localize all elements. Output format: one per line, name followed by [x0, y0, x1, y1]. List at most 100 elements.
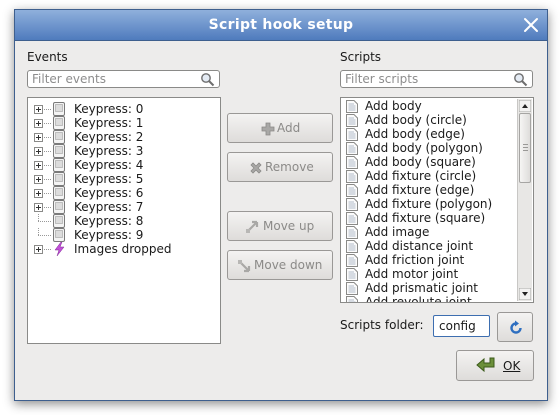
x-icon: [250, 162, 262, 174]
scroll-up-arrow-icon[interactable]: [519, 100, 531, 112]
script-label: Add body (polygon): [365, 141, 483, 155]
events-tree[interactable]: Keypress: 0 Keypress: 1 Keypress: 2 Keypres…: [27, 97, 221, 344]
document-icon: [346, 282, 358, 295]
return-arrow-icon: [476, 357, 495, 373]
event-tree-item[interactable]: Keypress: 6: [28, 186, 218, 200]
event-label: Keypress: 8: [74, 214, 144, 228]
ok-button-label: OK: [503, 359, 521, 373]
event-tree-item[interactable]: Keypress: 1: [28, 116, 218, 130]
scripts-list[interactable]: Add body Add body (circle) Add body (edge)…: [340, 97, 534, 303]
event-label: Keypress: 6: [74, 186, 144, 200]
expand-icon[interactable]: [34, 245, 43, 254]
scroll-thumb[interactable]: [519, 113, 531, 183]
script-list-item[interactable]: Add motor joint: [341, 267, 516, 281]
event-tree-item[interactable]: Images dropped: [28, 242, 218, 256]
event-label: Keypress: 5: [74, 172, 144, 186]
event-tree-item[interactable]: Keypress: 8: [28, 214, 218, 228]
event-label: Keypress: 9: [74, 228, 144, 242]
plus-icon: [261, 122, 275, 136]
document-icon: [346, 128, 358, 141]
event-label: Keypress: 0: [74, 102, 144, 116]
document-icon: [346, 226, 358, 239]
add-button[interactable]: Add: [227, 113, 333, 143]
scripts-filter-input[interactable]: [345, 72, 505, 86]
event-tree-item[interactable]: Keypress: 7: [28, 200, 218, 214]
script-list-item[interactable]: Add body (square): [341, 155, 516, 169]
script-list-item[interactable]: Add body (edge): [341, 127, 516, 141]
script-label: Add fixture (square): [365, 211, 486, 225]
script-hook-dialog: Script hook setup Events Keypress: 0Keyp…: [14, 9, 548, 401]
script-list-item[interactable]: Add fixture (edge): [341, 183, 516, 197]
events-filter[interactable]: [27, 70, 220, 88]
script-list-item[interactable]: Add prismatic joint: [341, 281, 516, 295]
expand-icon[interactable]: [34, 147, 43, 156]
script-label: Add body: [365, 99, 422, 113]
scripts-folder-input[interactable]: [433, 315, 490, 337]
scroll-down-arrow-icon[interactable]: [519, 288, 531, 300]
move-up-button[interactable]: Move up: [227, 211, 333, 241]
events-label: Events: [27, 50, 68, 64]
event-label: Keypress: 1: [74, 116, 144, 130]
event-label: Keypress: 2: [74, 130, 144, 144]
ok-button[interactable]: OK: [456, 350, 534, 381]
remove-button-label: Remove: [265, 160, 314, 174]
document-icon: [346, 142, 358, 155]
expand-icon[interactable]: [34, 133, 43, 142]
document-icon: [346, 100, 358, 113]
refresh-button[interactable]: [497, 312, 533, 342]
expand-icon[interactable]: [34, 189, 43, 198]
event-tree-item[interactable]: Keypress: 0: [28, 102, 218, 116]
event-label: Keypress: 4: [74, 158, 144, 172]
move-down-icon: [238, 260, 251, 273]
key-icon: [53, 186, 65, 200]
document-icon: [346, 156, 358, 169]
event-tree-item[interactable]: Keypress: 2: [28, 130, 218, 144]
expand-icon[interactable]: [34, 203, 43, 212]
close-icon[interactable]: [521, 15, 541, 35]
event-tree-item[interactable]: Keypress: 4: [28, 158, 218, 172]
expand-icon[interactable]: [34, 119, 43, 128]
expand-icon[interactable]: [34, 175, 43, 184]
key-icon: [53, 172, 65, 186]
key-icon: [53, 228, 65, 242]
script-label: Add motor joint: [365, 267, 459, 281]
title-bar[interactable]: Script hook setup: [15, 10, 547, 41]
key-icon: [53, 158, 65, 172]
move-down-button-label: Move down: [254, 258, 323, 272]
move-up-icon: [246, 220, 259, 233]
event-label: Images dropped: [74, 242, 172, 256]
script-list-item[interactable]: Add distance joint: [341, 239, 516, 253]
key-icon: [53, 116, 65, 130]
script-list-item[interactable]: Add revolute joint: [341, 295, 516, 303]
script-list-item[interactable]: Add body (polygon): [341, 141, 516, 155]
event-tree-item[interactable]: Keypress: 3: [28, 144, 218, 158]
expand-icon[interactable]: [34, 105, 43, 114]
document-icon: [346, 198, 358, 211]
script-list-item[interactable]: Add friction joint: [341, 253, 516, 267]
key-icon: [53, 144, 65, 158]
script-list-item[interactable]: Add image: [341, 225, 516, 239]
remove-button[interactable]: Remove: [227, 152, 333, 182]
document-icon: [346, 268, 358, 281]
scripts-label: Scripts: [340, 50, 382, 64]
script-label: Add fixture (circle): [365, 169, 477, 183]
move-up-button-label: Move up: [263, 219, 315, 233]
document-icon: [346, 184, 358, 197]
script-list-item[interactable]: Add body (circle): [341, 113, 516, 127]
script-list-item[interactable]: Add body: [341, 99, 516, 113]
key-icon: [53, 102, 65, 116]
script-label: Add prismatic joint: [365, 281, 478, 295]
event-tree-item[interactable]: Keypress: 5: [28, 172, 218, 186]
move-down-button[interactable]: Move down: [227, 250, 333, 280]
script-list-item[interactable]: Add fixture (square): [341, 211, 516, 225]
script-list-item[interactable]: Add fixture (polygon): [341, 197, 516, 211]
document-icon: [346, 240, 358, 253]
scripts-filter[interactable]: [340, 70, 533, 88]
event-tree-item[interactable]: Keypress: 9: [28, 228, 218, 242]
expand-icon[interactable]: [34, 161, 43, 170]
events-filter-input[interactable]: [32, 72, 192, 86]
script-list-item[interactable]: Add fixture (circle): [341, 169, 516, 183]
scripts-scrollbar[interactable]: [517, 99, 532, 301]
script-label: Add revolute joint: [365, 295, 472, 303]
script-label: Add body (edge): [365, 127, 465, 141]
